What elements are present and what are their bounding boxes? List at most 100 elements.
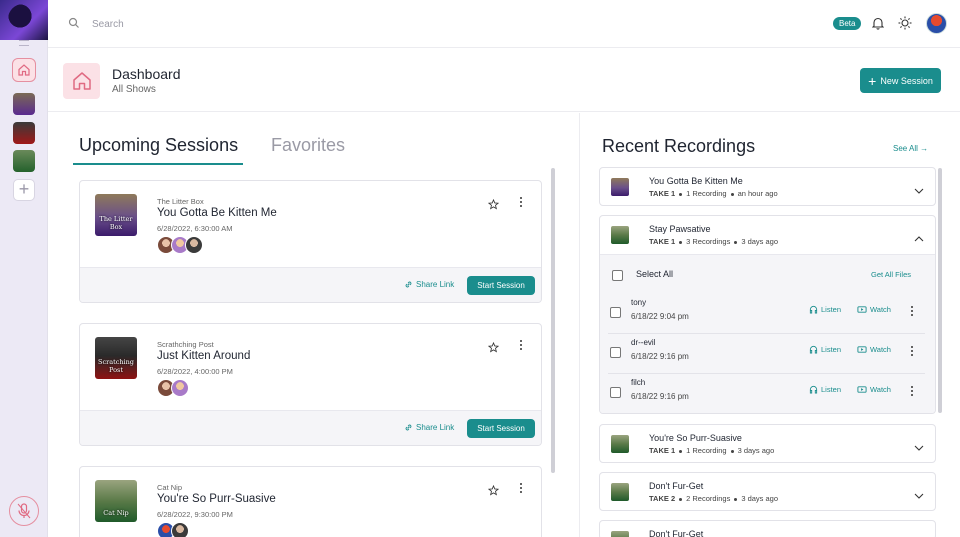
page-subtitle: All Shows bbox=[112, 84, 156, 95]
see-all-label: See All bbox=[893, 144, 918, 153]
show-name: Cat Nip bbox=[157, 483, 183, 492]
file-checkbox[interactable] bbox=[610, 307, 621, 318]
page-title: Dashboard bbox=[112, 66, 181, 82]
show-name: Scrathching Post bbox=[157, 340, 214, 349]
link-icon bbox=[405, 281, 412, 288]
session-date: 6/28/2022, 6:30:00 AM bbox=[157, 224, 233, 233]
chevron-up-icon[interactable] bbox=[914, 230, 924, 248]
search-input[interactable] bbox=[92, 14, 392, 34]
show-thumbnail: Scratching Post bbox=[95, 337, 137, 379]
chevron-down-icon[interactable] bbox=[914, 182, 924, 200]
favorite-star-icon[interactable] bbox=[487, 197, 500, 215]
microphone-icon[interactable] bbox=[9, 496, 39, 526]
app-logo[interactable] bbox=[0, 0, 48, 40]
thumbnail-text: Cat Nip bbox=[103, 509, 129, 517]
watch-button[interactable]: Watch bbox=[857, 345, 891, 354]
recording-title: You're So Purr-Suasive bbox=[649, 433, 742, 443]
listen-button[interactable]: Listen bbox=[809, 305, 841, 314]
tab-favorites[interactable]: Favorites bbox=[271, 135, 345, 156]
favorite-star-icon[interactable] bbox=[487, 340, 500, 358]
watch-button[interactable]: Watch bbox=[857, 305, 891, 314]
listen-button[interactable]: Listen bbox=[809, 385, 841, 394]
watch-label: Watch bbox=[870, 305, 891, 314]
see-all-link[interactable]: See All → bbox=[893, 144, 928, 153]
session-date: 6/28/2022, 4:00:00 PM bbox=[157, 367, 233, 376]
file-row: dr--evil 6/18/22 9:16 pm Listen Watch bbox=[600, 334, 935, 374]
more-options-icon[interactable] bbox=[520, 340, 524, 352]
recording-item[interactable]: You're So Purr-Suasive TAKE 1 1 Recording… bbox=[599, 424, 936, 463]
start-session-button[interactable]: Start Session bbox=[467, 419, 535, 438]
get-all-files-link[interactable]: Get All Files bbox=[871, 270, 911, 279]
drag-handle-icon bbox=[19, 40, 29, 46]
file-name: dr--evil bbox=[631, 338, 656, 347]
show-name: The Litter Box bbox=[157, 197, 204, 206]
listen-label: Listen bbox=[821, 385, 842, 394]
show-thumbnail bbox=[611, 226, 629, 244]
chevron-down-icon[interactable] bbox=[914, 439, 924, 457]
theme-toggle-icon[interactable] bbox=[898, 16, 912, 35]
share-link-label: Share Link bbox=[416, 423, 455, 432]
search-icon bbox=[68, 16, 80, 34]
more-options-icon[interactable] bbox=[520, 197, 524, 209]
more-options-icon[interactable] bbox=[911, 386, 913, 398]
file-date: 6/18/22 9:16 pm bbox=[631, 392, 689, 401]
recording-files: Select All Get All Files tony 6/18/22 9:… bbox=[600, 254, 935, 413]
active-tab-indicator bbox=[73, 163, 243, 165]
recording-item[interactable]: You Gotta Be Kitten Me TAKE 1 1 Recording… bbox=[599, 167, 936, 206]
rail-show-cat-nip[interactable] bbox=[13, 150, 35, 172]
rail-show-litter-box[interactable] bbox=[13, 93, 35, 115]
upcoming-panel: Upcoming Sessions Favorites The Litter B… bbox=[48, 113, 580, 537]
watch-label: Watch bbox=[870, 385, 891, 394]
select-all-label: Select All bbox=[636, 269, 674, 279]
recording-count: 3 Recordings bbox=[686, 237, 731, 246]
scrollbar[interactable] bbox=[938, 168, 942, 413]
more-options-icon[interactable] bbox=[911, 306, 913, 318]
show-thumbnail bbox=[611, 435, 629, 453]
watch-label: Watch bbox=[870, 345, 891, 354]
show-thumbnail bbox=[611, 483, 629, 501]
session-title: You Gotta Be Kitten Me bbox=[157, 207, 277, 219]
recording-time: an hour ago bbox=[737, 189, 778, 198]
take-label: TAKE 2 bbox=[649, 494, 676, 503]
listen-label: Listen bbox=[821, 345, 842, 354]
participants bbox=[157, 379, 189, 397]
more-options-icon[interactable] bbox=[520, 483, 524, 495]
chevron-down-icon[interactable] bbox=[914, 487, 924, 505]
thumbnail-text: Scratching Post bbox=[98, 358, 134, 374]
session-card: The Litter Box The Litter Box You Gotta … bbox=[79, 180, 542, 303]
new-session-label: New Session bbox=[880, 75, 933, 86]
select-all-checkbox[interactable] bbox=[612, 270, 623, 281]
avatar bbox=[185, 236, 203, 254]
show-thumbnail bbox=[611, 531, 629, 537]
favorite-star-icon[interactable] bbox=[487, 483, 500, 501]
recording-meta: TAKE 1 1 Recording 3 days ago bbox=[649, 446, 774, 455]
file-checkbox[interactable] bbox=[610, 347, 621, 358]
recording-meta: TAKE 1 1 Recording an hour ago bbox=[649, 189, 778, 198]
add-show-button[interactable]: + bbox=[13, 179, 35, 201]
file-name: filch bbox=[631, 378, 646, 387]
watch-button[interactable]: Watch bbox=[857, 385, 891, 394]
recording-time: 3 days ago bbox=[741, 494, 779, 503]
file-date: 6/18/22 9:04 pm bbox=[631, 312, 689, 321]
top-bar: Beta bbox=[48, 0, 960, 48]
link-icon bbox=[405, 424, 412, 431]
more-options-icon[interactable] bbox=[911, 346, 913, 358]
session-title: You're So Purr-Suasive bbox=[157, 493, 276, 505]
listen-button[interactable]: Listen bbox=[809, 345, 841, 354]
share-link[interactable]: Share Link bbox=[404, 280, 454, 289]
rail-show-scratching-post[interactable] bbox=[13, 122, 35, 144]
home-icon[interactable] bbox=[12, 58, 36, 82]
recording-item[interactable]: Don't Fur-Get bbox=[599, 520, 936, 537]
start-session-button[interactable]: Start Session bbox=[467, 276, 535, 295]
file-checkbox[interactable] bbox=[610, 387, 621, 398]
show-thumbnail bbox=[611, 178, 629, 196]
bell-icon[interactable] bbox=[871, 16, 885, 35]
scrollbar[interactable] bbox=[551, 168, 555, 473]
tab-upcoming-sessions[interactable]: Upcoming Sessions bbox=[79, 135, 238, 156]
new-session-button[interactable]: + New Session bbox=[860, 68, 941, 93]
recording-title: Don't Fur-Get bbox=[649, 529, 704, 537]
card-footer: Share Link Start Session bbox=[80, 410, 541, 445]
recording-item[interactable]: Don't Fur-Get TAKE 2 2 Recordings 3 days a… bbox=[599, 472, 936, 511]
share-link[interactable]: Share Link bbox=[404, 423, 454, 432]
user-avatar[interactable] bbox=[926, 13, 947, 34]
